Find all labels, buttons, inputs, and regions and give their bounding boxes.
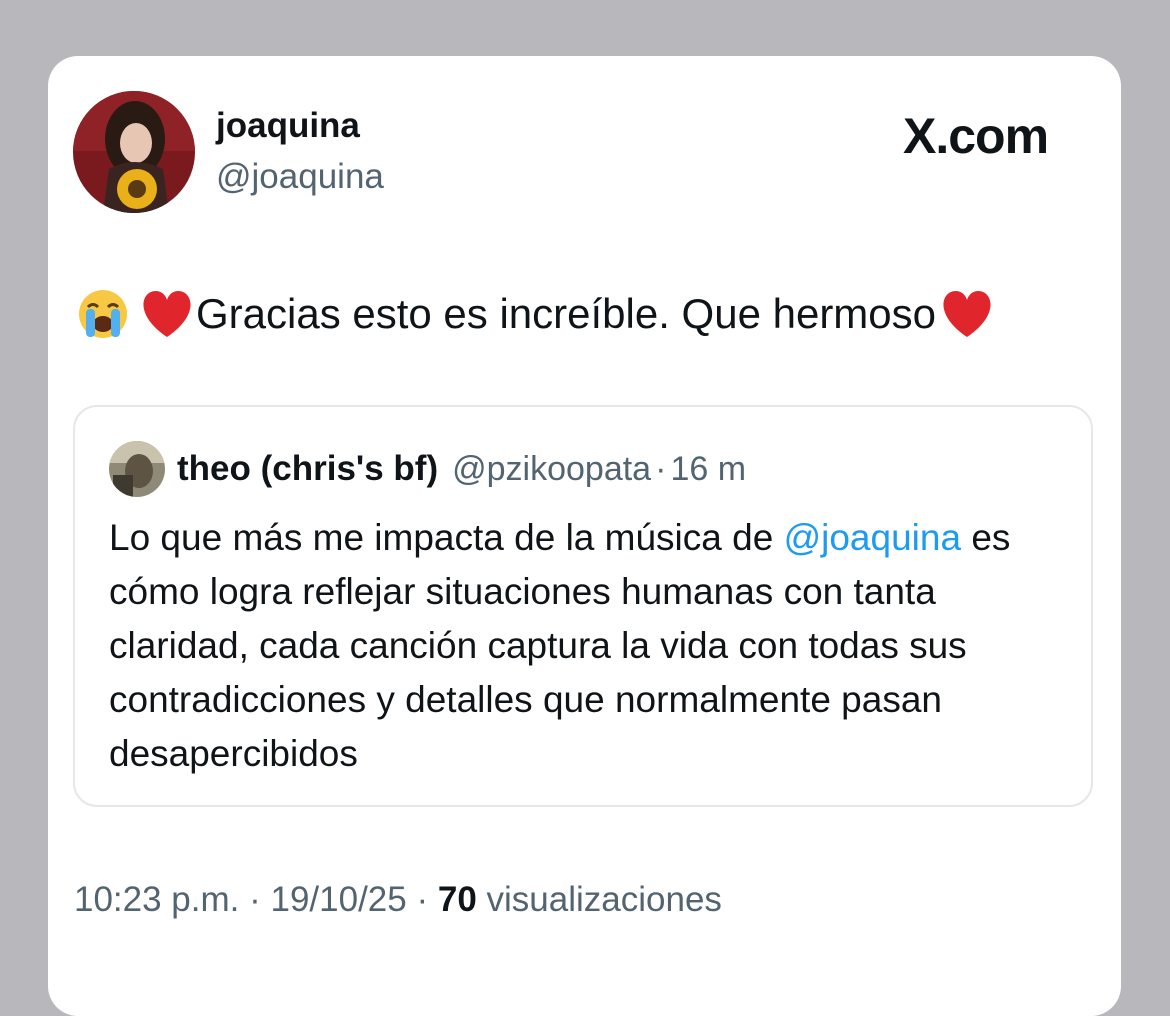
- tweet-time: 10:23 p.m.: [74, 880, 240, 919]
- tweet-metadata: 10:23 p.m. · 19/10/25 · 70 visualizacion…: [74, 878, 722, 922]
- mention-link[interactable]: @joaquina: [784, 517, 961, 558]
- author-avatar[interactable]: [73, 91, 195, 213]
- tweet-card: joaquina @joaquina X.com Gracias esto es…: [48, 56, 1121, 1016]
- separator-dot: ·: [406, 880, 438, 919]
- separator-dot: ·: [239, 880, 271, 919]
- views-label: visualizaciones: [476, 880, 722, 919]
- quoted-tweet-time: 16 m: [670, 449, 747, 488]
- quoted-author-avatar[interactable]: [109, 441, 165, 497]
- loudly-crying-face-icon: [76, 287, 130, 341]
- quoted-tweet[interactable]: theo (chris's bf) @pzikoopata · 16 m Lo …: [73, 405, 1093, 807]
- quoted-author-name[interactable]: theo (chris's bf): [177, 449, 438, 489]
- author-name[interactable]: joaquina: [216, 106, 360, 146]
- red-heart-icon: [138, 287, 196, 341]
- tweet-text-content: Gracias esto es increíble. Que hermoso: [196, 290, 937, 337]
- quoted-tweet-text: Lo que más me impacta de la música de @j…: [109, 511, 1069, 781]
- quoted-author-handle[interactable]: @pzikoopata: [452, 450, 651, 489]
- separator-dot: ·: [655, 449, 667, 488]
- tweet-date: 19/10/25: [270, 880, 407, 919]
- views-count: 70: [437, 880, 477, 919]
- quoted-tweet-header: theo (chris's bf) @pzikoopata · 16 m: [109, 441, 746, 497]
- author-handle[interactable]: @joaquina: [216, 156, 384, 198]
- quoted-text-before: Lo que más me impacta de la música de: [109, 517, 784, 558]
- x-com-logo: X.com: [903, 108, 1049, 164]
- red-heart-icon: [938, 287, 996, 341]
- tweet-text: Gracias esto es increíble. Que hermoso: [76, 284, 996, 344]
